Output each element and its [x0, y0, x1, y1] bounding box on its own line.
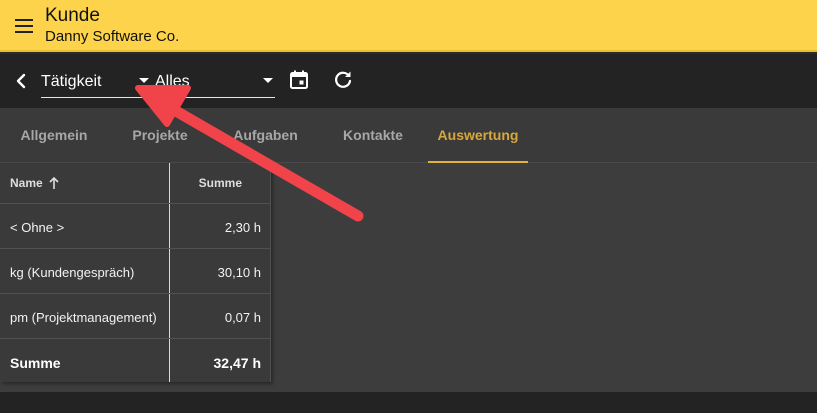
total-sum: 32,47 h — [213, 355, 261, 371]
filter-select-value: Alles — [155, 73, 190, 90]
activity-select[interactable]: Tätigkeit — [41, 64, 151, 98]
table-total-row: Summe 32,47 h — [0, 339, 270, 382]
table-row[interactable]: kg (Kundengespräch) 30,10 h — [0, 249, 270, 294]
summary-table: Name Summe < Ohne > 2,30 h kg (Kundenges… — [0, 163, 271, 382]
tab-bar: Allgemein Projekte Aufgaben Kontakte Aus… — [0, 108, 817, 163]
row-name: < Ohne > — [10, 220, 65, 235]
tab-projekte[interactable]: Projekte — [108, 108, 212, 163]
total-label: Summe — [10, 355, 61, 371]
column-header-sum-label: Summe — [198, 176, 242, 190]
content-area: Name Summe < Ohne > 2,30 h kg (Kundenges… — [0, 163, 817, 392]
chevron-down-icon — [263, 78, 273, 83]
refresh-icon[interactable] — [331, 68, 355, 92]
hamburger-icon[interactable] — [12, 14, 36, 38]
filter-select[interactable]: Alles — [155, 64, 275, 98]
page-subtitle: Danny Software Co. — [45, 28, 180, 45]
column-header-sum[interactable]: Summe — [171, 163, 270, 203]
table-row[interactable]: pm (Projektmanagement) 0,07 h — [0, 294, 270, 339]
row-sum: 0,07 h — [224, 310, 261, 325]
activity-select-value: Tätigkeit — [41, 73, 102, 90]
back-icon[interactable] — [10, 70, 32, 92]
footer-bar — [0, 392, 817, 413]
chevron-down-icon — [139, 78, 149, 83]
row-name: pm (Projektmanagement) — [10, 310, 157, 325]
toolbar: Tätigkeit Alles — [0, 54, 817, 108]
tab-kontakte[interactable]: Kontakte — [319, 108, 427, 163]
table-row[interactable]: < Ohne > 2,30 h — [0, 204, 270, 249]
page-title: Kunde — [45, 5, 100, 26]
column-header-name[interactable]: Name — [0, 163, 170, 203]
tab-auswertung[interactable]: Auswertung — [428, 108, 528, 163]
calendar-icon[interactable] — [287, 68, 311, 92]
tab-aufgaben[interactable]: Aufgaben — [212, 108, 319, 163]
row-name: kg (Kundengespräch) — [10, 265, 135, 280]
sort-ascending-icon — [48, 176, 60, 190]
tab-allgemein[interactable]: Allgemein — [0, 108, 108, 163]
table-header-row: Name Summe — [0, 163, 270, 204]
row-sum: 2,30 h — [224, 220, 261, 235]
app-bar: Kunde Danny Software Co. — [0, 0, 817, 52]
column-header-name-label: Name — [10, 176, 43, 190]
row-sum: 30,10 h — [217, 265, 261, 280]
